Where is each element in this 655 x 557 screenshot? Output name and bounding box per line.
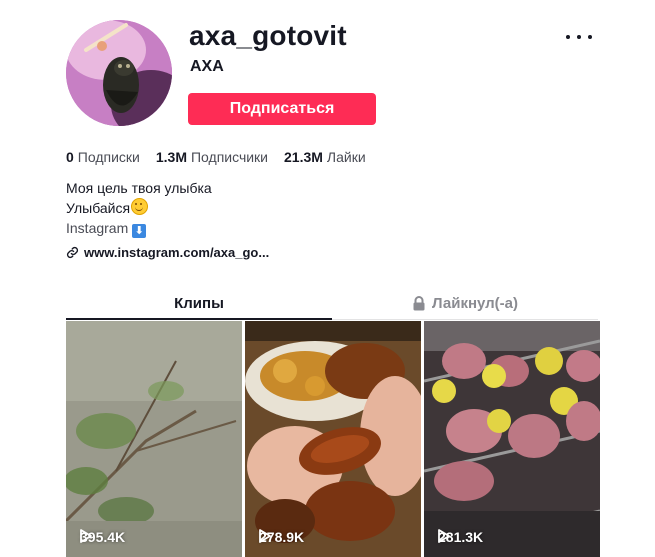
profile-tabs: Клипы Лайкнул(-а) bbox=[66, 288, 598, 320]
play-icon bbox=[259, 529, 271, 543]
username: axa_gotovit bbox=[189, 20, 347, 51]
video-thumbnail[interactable]: 395.4K bbox=[66, 321, 242, 557]
video-views: 395.4K bbox=[80, 529, 125, 545]
bio-line-2-text: Улыбайся bbox=[66, 200, 131, 216]
likes-label: Лайки bbox=[326, 149, 366, 165]
profile-link[interactable]: www.instagram.com/axa_go... bbox=[66, 245, 269, 260]
smile-emoji-icon bbox=[131, 198, 149, 215]
avatar[interactable] bbox=[66, 20, 172, 126]
tab-clips-label: Клипы bbox=[174, 294, 224, 312]
bio-line-3-text: Instagram bbox=[66, 220, 129, 236]
play-icon bbox=[438, 529, 450, 543]
more-options-icon[interactable] bbox=[566, 30, 592, 44]
video-grid: 395.4K 278.9K 281.3K bbox=[66, 321, 600, 557]
followers-stat[interactable]: 1.3M Подписчики bbox=[156, 149, 268, 165]
video-views: 281.3K bbox=[438, 529, 483, 545]
down-arrow-icon: ⬇ bbox=[132, 224, 147, 238]
video-thumbnail-image bbox=[245, 321, 421, 557]
tab-active-indicator bbox=[66, 318, 332, 320]
follow-button[interactable]: Подписаться bbox=[188, 93, 376, 125]
video-thumbnail-image bbox=[424, 321, 600, 557]
followers-count: 1.3M bbox=[155, 149, 187, 165]
bio-line-1: Моя цель твоя улыбка bbox=[66, 180, 212, 196]
video-thumbnail-image bbox=[66, 321, 242, 557]
video-views: 278.9K bbox=[259, 529, 304, 545]
profile-link-text: www.instagram.com/axa_go... bbox=[84, 245, 270, 260]
dot bbox=[577, 35, 581, 39]
link-icon bbox=[66, 246, 79, 259]
dot bbox=[566, 35, 570, 39]
likes-count: 21.3M bbox=[284, 149, 323, 165]
video-thumbnail[interactable]: 278.9K bbox=[245, 321, 421, 557]
bio-line-3: Instagram ⬇ bbox=[66, 218, 212, 238]
bio: Моя цель твоя улыбка Улыбайся Instagram ⬇ bbox=[66, 178, 212, 238]
following-stat[interactable]: 0 Подписки bbox=[66, 149, 140, 165]
play-icon bbox=[80, 529, 92, 543]
tab-liked-label: Лайкнул(-а) bbox=[431, 294, 519, 312]
followers-label: Подписчики bbox=[190, 149, 268, 165]
profile-stats: 0 Подписки 1.3M Подписчики 21.3M Лайки bbox=[66, 149, 366, 165]
bio-line-2: Улыбайся bbox=[66, 198, 212, 218]
following-count: 0 bbox=[66, 149, 74, 165]
likes-stat: 21.3M Лайки bbox=[284, 149, 366, 165]
video-thumbnail[interactable]: 281.3K bbox=[424, 321, 600, 557]
tab-liked[interactable]: Лайкнул(-а) bbox=[332, 288, 598, 318]
nickname: AXA bbox=[190, 58, 224, 75]
dot bbox=[588, 35, 592, 39]
following-label: Подписки bbox=[77, 149, 140, 165]
lock-icon bbox=[413, 295, 425, 310]
tab-clips[interactable]: Клипы bbox=[66, 288, 332, 318]
